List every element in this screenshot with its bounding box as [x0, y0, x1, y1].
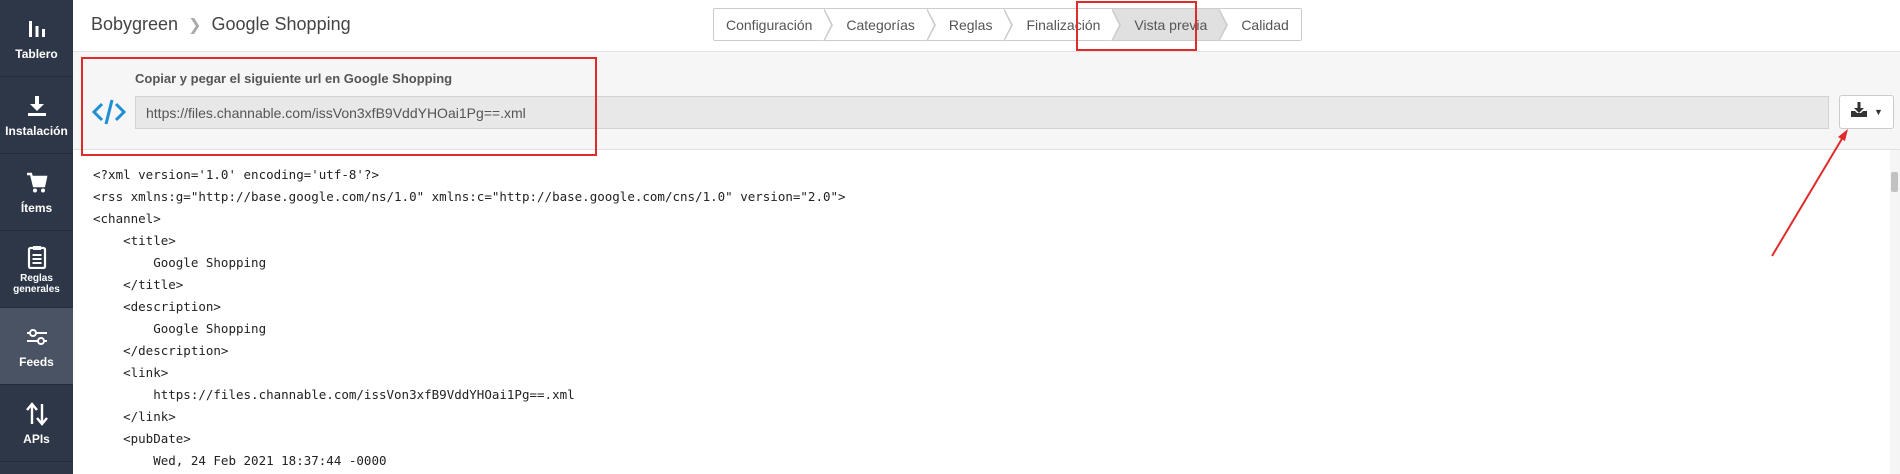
step-configuracion[interactable]: Configuración	[713, 8, 834, 42]
sidebar-item-instalacion[interactable]: Instalación	[0, 77, 73, 154]
xml-line: <link>	[93, 365, 169, 380]
chevron-right-icon: ❯	[188, 16, 202, 34]
xml-line: <description>	[93, 299, 221, 314]
download-icon	[1850, 101, 1868, 123]
url-caption: Copiar y pegar el siguiente url en Googl…	[135, 71, 453, 86]
feed-url-field[interactable]: https://files.channable.com/issVon3xfB9V…	[135, 96, 1829, 129]
sidebar-item-label: Instalación	[5, 124, 68, 138]
step-label: Calidad	[1241, 16, 1289, 33]
xml-line: <pubDate>	[93, 431, 191, 446]
sidebar-item-label: Ítems	[20, 201, 53, 215]
step-vista-previa[interactable]: Vista previa	[1112, 8, 1229, 42]
sidebar-item-label: APIs	[23, 432, 50, 446]
sidebar-item-label: Tablero	[15, 47, 58, 61]
xml-line: https://files.channable.com/issVon3xfB9V…	[93, 387, 575, 402]
step-categorias[interactable]: Categorías	[824, 8, 936, 42]
xml-line: </description>	[93, 343, 229, 358]
xml-line: </title>	[93, 277, 184, 292]
step-reglas[interactable]: Reglas	[926, 8, 1014, 42]
xml-line: <channel>	[93, 211, 161, 226]
feed-url-panel: Copiar y pegar el siguiente url en Googl…	[73, 52, 1900, 150]
xml-line: <?xml version='1.0' encoding='utf-8'?>	[93, 167, 379, 182]
code-icon	[91, 97, 127, 127]
step-label: Reglas	[948, 16, 993, 33]
wizard-steps: Configuración Categorías Reglas Finaliza…	[713, 8, 1302, 42]
step-finalizacion[interactable]: Finalización	[1004, 8, 1122, 42]
breadcrumb-project[interactable]: Bobygreen	[91, 14, 178, 35]
sidebar-item-tablero[interactable]: Tablero	[0, 0, 73, 77]
sliders-icon	[24, 324, 50, 350]
download-dropdown-button[interactable]: ▼	[1839, 95, 1894, 129]
up-down-arrows-icon	[24, 401, 50, 427]
xml-line: <title>	[93, 233, 176, 248]
sidebar-item-items[interactable]: Ítems	[0, 154, 73, 231]
breadcrumb: Bobygreen ❯ Google Shopping	[91, 14, 351, 35]
caret-down-icon: ▼	[1874, 107, 1883, 117]
step-label: Configuración	[726, 16, 813, 33]
app-window: Tablero Instalación Ítems Reglas general…	[0, 0, 1900, 474]
scrollbar[interactable]	[1890, 150, 1900, 474]
sidebar-item-feeds[interactable]: Feeds	[0, 308, 73, 385]
step-label: Categorías	[846, 16, 915, 33]
sidebar-item-label: Feeds	[19, 355, 54, 369]
sidebar: Tablero Instalación Ítems Reglas general…	[0, 0, 73, 474]
xml-preview: <?xml version='1.0' encoding='utf-8'?> <r…	[73, 150, 1890, 474]
xml-line: <rss xmlns:g="http://base.google.com/ns/…	[93, 189, 846, 204]
bar-chart-icon	[24, 16, 50, 42]
clipboard-icon	[24, 244, 50, 270]
sidebar-item-label: Reglas generales	[13, 272, 60, 295]
step-calidad[interactable]: Calidad	[1219, 8, 1302, 41]
sidebar-item-reglas-generales[interactable]: Reglas generales	[0, 231, 73, 308]
top-header: Bobygreen ❯ Google Shopping Configuració…	[73, 0, 1900, 52]
scrollbar-thumb[interactable]	[1891, 172, 1898, 192]
xml-line: Google Shopping	[93, 321, 267, 336]
xml-line: Wed, 24 Feb 2021 18:37:44 -0000	[93, 453, 387, 468]
sidebar-item-apis[interactable]: APIs	[0, 385, 73, 462]
step-label: Vista previa	[1134, 16, 1208, 33]
breadcrumb-page: Google Shopping	[211, 14, 351, 34]
download-icon	[24, 93, 50, 119]
cart-icon	[24, 170, 50, 196]
step-label: Finalización	[1026, 16, 1101, 33]
xml-line: Google Shopping	[93, 255, 267, 270]
xml-line: </link>	[93, 409, 176, 424]
